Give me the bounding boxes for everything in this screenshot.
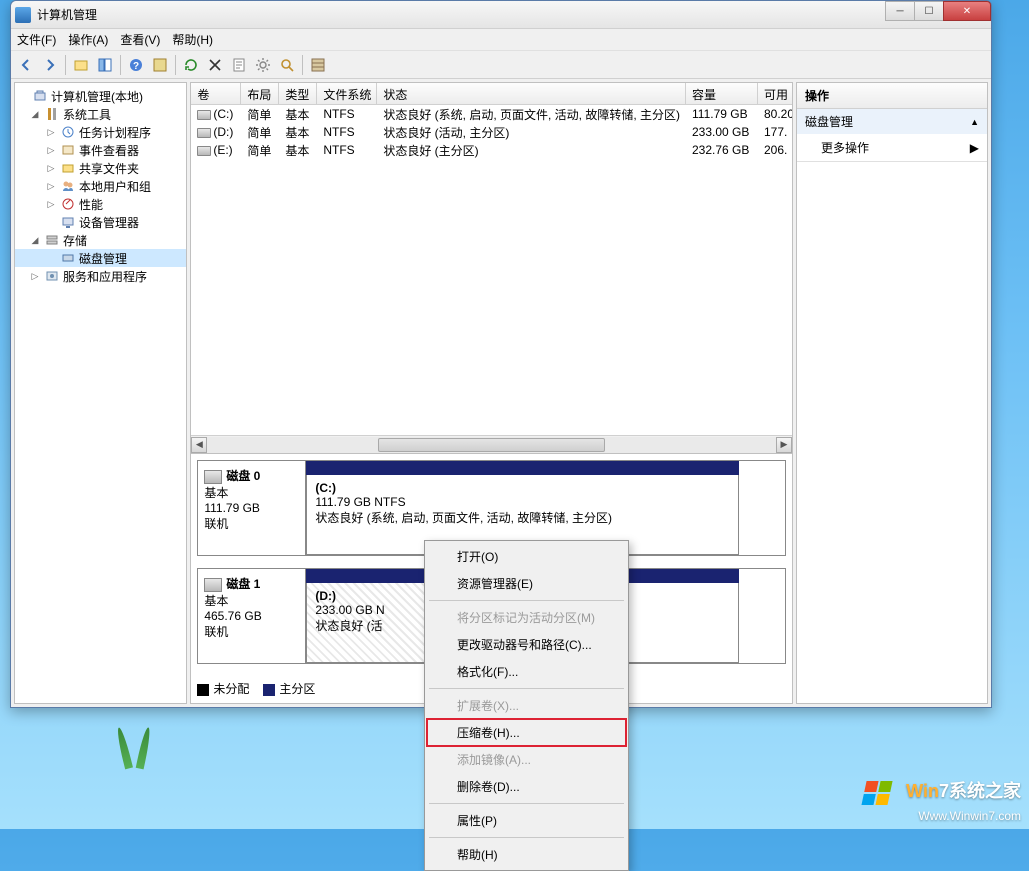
- actions-header: 操作: [797, 83, 987, 109]
- back-button[interactable]: [15, 54, 37, 76]
- tree-system-tools[interactable]: ◢系统工具: [15, 105, 186, 123]
- titlebar[interactable]: 计算机管理 ─ ☐ ✕: [11, 1, 991, 29]
- ctx-help[interactable]: 帮助(H): [427, 841, 626, 868]
- watermark: Win7系统之家 Www.Winwin7.com: [861, 777, 1021, 823]
- volume-row[interactable]: (E:) 简单 基本 NTFS 状态良好 (主分区) 232.76 GB 206…: [191, 141, 792, 159]
- volume-row[interactable]: (D:) 简单 基本 NTFS 状态良好 (活动, 主分区) 233.00 GB…: [191, 123, 792, 141]
- windows-logo-icon: [861, 779, 897, 809]
- ctx-open[interactable]: 打开(O): [427, 543, 626, 570]
- forward-button[interactable]: [39, 54, 61, 76]
- nav-tree[interactable]: 计算机管理(本地) ◢系统工具 ▷任务计划程序 ▷事件查看器 ▷共享文件夹 ▷本…: [14, 82, 187, 704]
- volume-columns: 卷 布局 类型 文件系统 状态 容量 可用: [191, 83, 792, 105]
- wallpaper-grass: [100, 719, 180, 769]
- ctx-mark-active: 将分区标记为活动分区(M): [427, 604, 626, 631]
- close-button[interactable]: ✕: [943, 1, 991, 21]
- tree-event-viewer[interactable]: ▷事件查看器: [15, 141, 186, 159]
- col-status[interactable]: 状态: [377, 83, 686, 104]
- ctx-properties[interactable]: 属性(P): [427, 807, 626, 834]
- tree-shared-folders[interactable]: ▷共享文件夹: [15, 159, 186, 177]
- tree-storage[interactable]: ◢存储: [15, 231, 186, 249]
- tree-local-users[interactable]: ▷本地用户和组: [15, 177, 186, 195]
- drive-icon: [197, 128, 211, 138]
- tree-device-manager[interactable]: 设备管理器: [15, 213, 186, 231]
- ctx-mirror: 添加镜像(A)...: [427, 746, 626, 773]
- chevron-right-icon: ▶: [970, 141, 979, 155]
- scroll-thumb[interactable]: [378, 438, 605, 452]
- legend-swatch-primary: [263, 684, 275, 696]
- col-capacity[interactable]: 容量: [686, 83, 758, 104]
- settings-button[interactable]: [252, 54, 274, 76]
- menu-file[interactable]: 文件(F): [17, 31, 56, 48]
- disk-icon: [204, 578, 222, 592]
- toolbar: ?: [11, 51, 991, 79]
- disk-icon: [204, 470, 222, 484]
- minimize-button[interactable]: ─: [885, 1, 915, 21]
- menu-view[interactable]: 查看(V): [120, 31, 160, 48]
- menubar: 文件(F) 操作(A) 查看(V) 帮助(H): [11, 29, 991, 51]
- volume-row[interactable]: (C:) 简单 基本 NTFS 状态良好 (系统, 启动, 页面文件, 活动, …: [191, 105, 792, 123]
- disk-0-info[interactable]: 磁盘 0 基本 111.79 GB 联机: [198, 461, 306, 555]
- col-layout[interactable]: 布局: [241, 83, 279, 104]
- actions-group-header[interactable]: 磁盘管理▲: [797, 109, 987, 134]
- tree-disk-management[interactable]: 磁盘管理: [15, 249, 186, 267]
- list-button[interactable]: [307, 54, 329, 76]
- action-more[interactable]: 更多操作▶: [797, 134, 987, 161]
- menu-action[interactable]: 操作(A): [68, 31, 108, 48]
- ctx-delete[interactable]: 删除卷(D)...: [427, 773, 626, 800]
- scroll-left-button[interactable]: ◀: [191, 437, 207, 453]
- col-fs[interactable]: 文件系统: [317, 83, 377, 104]
- tree-root[interactable]: 计算机管理(本地): [15, 87, 186, 105]
- window-buttons: ─ ☐ ✕: [886, 1, 991, 21]
- window-title: 计算机管理: [37, 6, 987, 23]
- drive-icon: [197, 146, 211, 156]
- properties-button[interactable]: [228, 54, 250, 76]
- col-type[interactable]: 类型: [279, 83, 317, 104]
- drive-icon: [197, 110, 211, 120]
- up-button[interactable]: [70, 54, 92, 76]
- col-volume[interactable]: 卷: [191, 83, 241, 104]
- svg-text:?: ?: [133, 61, 139, 72]
- help-button[interactable]: ?: [125, 54, 147, 76]
- scroll-right-button[interactable]: ▶: [776, 437, 792, 453]
- delete-button[interactable]: [204, 54, 226, 76]
- show-hide-button[interactable]: [94, 54, 116, 76]
- actions-pane: 操作 磁盘管理▲ 更多操作▶: [796, 82, 988, 704]
- tree-services[interactable]: ▷服务和应用程序: [15, 267, 186, 285]
- ctx-shrink[interactable]: 压缩卷(H)...: [427, 719, 626, 746]
- ctx-extend: 扩展卷(X)...: [427, 692, 626, 719]
- refresh-button[interactable]: [180, 54, 202, 76]
- view-button[interactable]: [149, 54, 171, 76]
- find-button[interactable]: [276, 54, 298, 76]
- h-scrollbar[interactable]: ◀ ▶: [191, 435, 792, 453]
- tree-task-scheduler[interactable]: ▷任务计划程序: [15, 123, 186, 141]
- col-free[interactable]: 可用: [758, 83, 792, 104]
- context-menu: 打开(O) 资源管理器(E) 将分区标记为活动分区(M) 更改驱动器号和路径(C…: [424, 540, 629, 871]
- app-icon: [15, 7, 31, 23]
- volume-list: (C:) 简单 基本 NTFS 状态良好 (系统, 启动, 页面文件, 活动, …: [191, 105, 792, 159]
- chevron-up-icon: ▲: [970, 117, 979, 127]
- ctx-explorer[interactable]: 资源管理器(E): [427, 570, 626, 597]
- ctx-change-letter[interactable]: 更改驱动器号和路径(C)...: [427, 631, 626, 658]
- disk-1-info[interactable]: 磁盘 1 基本 465.76 GB 联机: [198, 569, 306, 663]
- tree-performance[interactable]: ▷性能: [15, 195, 186, 213]
- legend-swatch-unalloc: [197, 684, 209, 696]
- maximize-button[interactable]: ☐: [914, 1, 944, 21]
- menu-help[interactable]: 帮助(H): [172, 31, 213, 48]
- ctx-format[interactable]: 格式化(F)...: [427, 658, 626, 685]
